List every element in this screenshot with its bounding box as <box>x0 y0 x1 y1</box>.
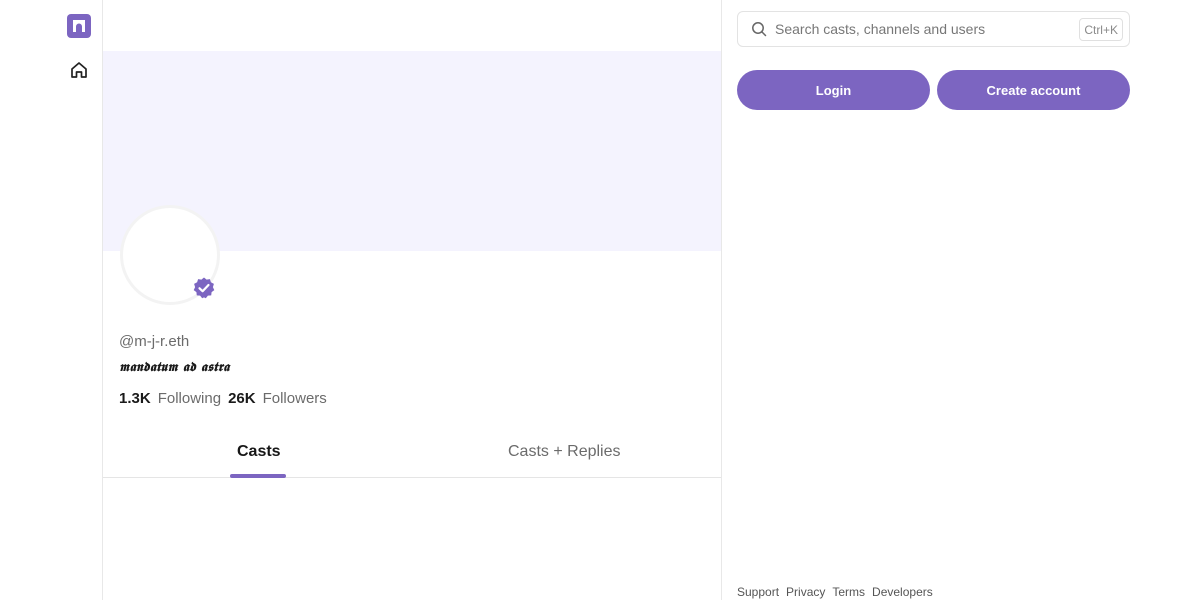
footer-link-privacy[interactable]: Privacy <box>786 585 825 599</box>
profile-bio: 𝖒𝖆𝖓𝖉𝖆𝖙𝖚𝖒 𝖆𝖉 𝖆𝖘𝖙𝖗𝖆 <box>119 360 230 375</box>
farcaster-logo-icon[interactable] <box>67 14 91 38</box>
search-shortcut: Ctrl+K <box>1079 18 1123 41</box>
search-icon <box>751 21 767 37</box>
footer-links: Support Privacy Terms Developers <box>737 585 933 599</box>
active-tab-indicator <box>230 474 286 478</box>
tab-casts[interactable]: Casts <box>230 426 286 478</box>
login-button[interactable]: Login <box>737 70 930 110</box>
profile-handle: @m-j-r.eth <box>119 333 190 350</box>
footer-link-terms[interactable]: Terms <box>832 585 865 599</box>
profile-main: @m-j-r.eth 𝖒𝖆𝖓𝖉𝖆𝖙𝖚𝖒 𝖆𝖉 𝖆𝖘𝖙𝖗𝖆 1.3K Follow… <box>102 0 722 600</box>
following-count[interactable]: 1.3K <box>119 390 151 407</box>
left-rail <box>0 0 102 600</box>
search-bar[interactable]: Ctrl+K <box>737 11 1130 47</box>
tab-casts-replies-label: Casts + Replies <box>508 443 621 460</box>
footer-link-developers[interactable]: Developers <box>872 585 933 599</box>
footer-link-support[interactable]: Support <box>737 585 779 599</box>
search-input[interactable] <box>775 12 1075 46</box>
followers-label[interactable]: Followers <box>263 390 327 407</box>
tab-casts-label: Casts <box>237 443 281 460</box>
followers-count[interactable]: 26K <box>228 390 256 407</box>
tab-casts-replies[interactable]: Casts + Replies <box>508 426 621 478</box>
create-account-button[interactable]: Create account <box>937 70 1130 110</box>
verified-badge-icon <box>192 276 216 300</box>
profile-tabs: Casts Casts + Replies <box>103 426 721 478</box>
profile-stats: 1.3K Following 26K Followers <box>119 390 327 407</box>
following-label[interactable]: Following <box>158 390 221 407</box>
home-icon[interactable] <box>69 60 89 80</box>
